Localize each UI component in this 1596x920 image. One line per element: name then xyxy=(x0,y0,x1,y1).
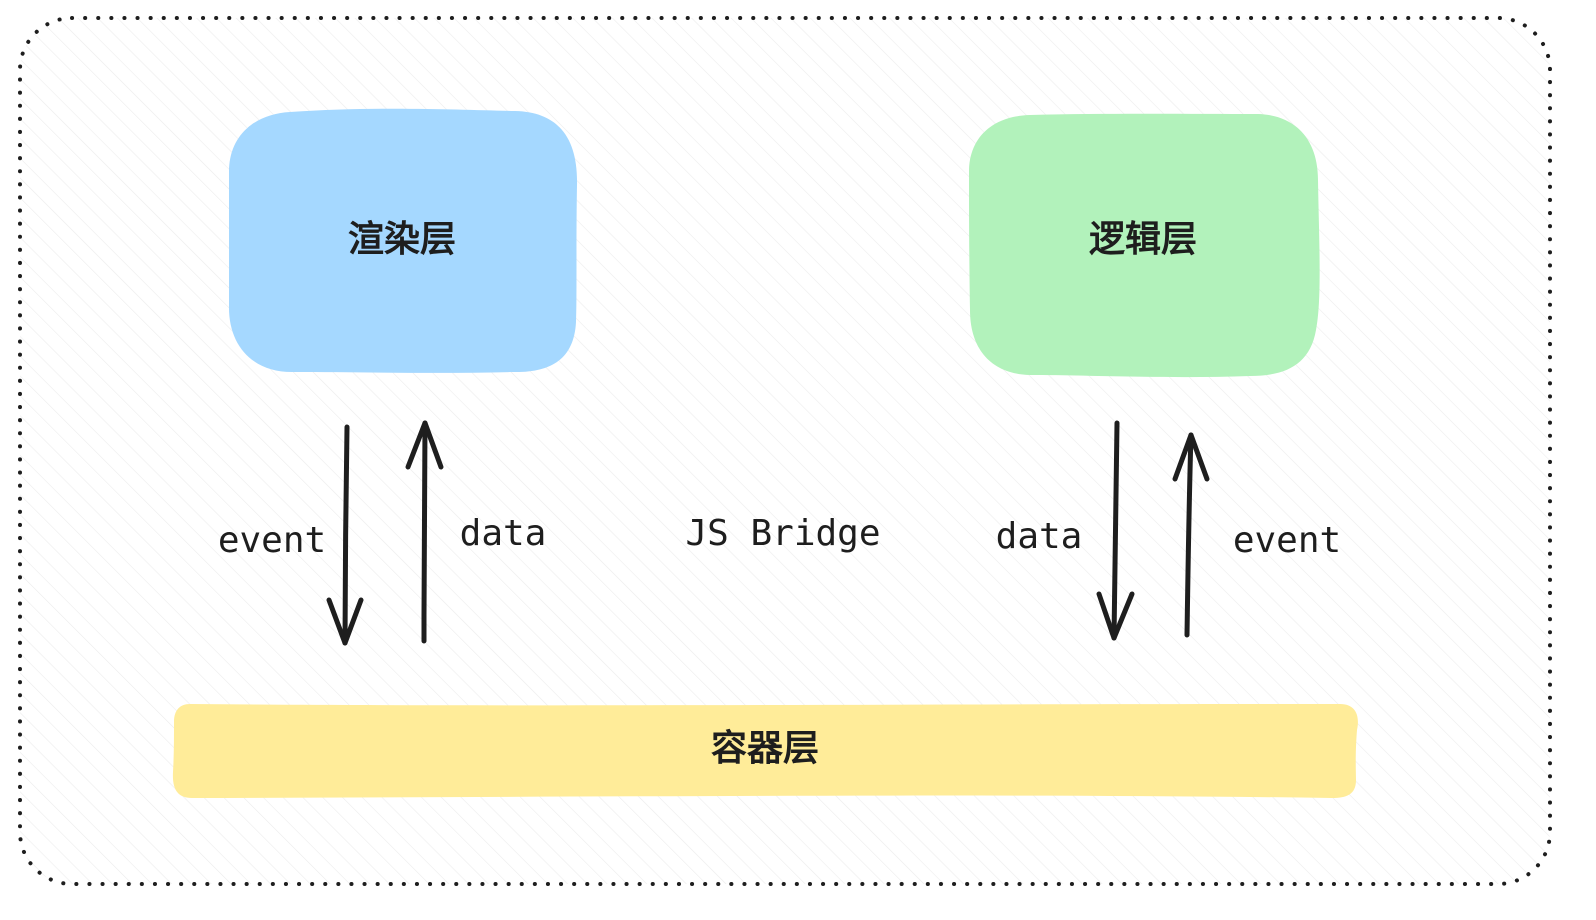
render-layer-label: 渲染层 xyxy=(348,219,456,260)
architecture-diagram: 渲染层 逻辑层 容器层 event data JS Bridge data ev… xyxy=(18,16,1552,886)
container-layer-node: 容器层 xyxy=(172,704,1358,798)
left-event-label: event xyxy=(218,520,326,561)
right-event-label: event xyxy=(1233,520,1341,561)
right-data-label: data xyxy=(996,516,1083,557)
container-layer-label: 容器层 xyxy=(711,728,819,769)
render-layer-node: 渲染层 xyxy=(228,108,578,373)
logic-layer-node: 逻辑层 xyxy=(969,113,1320,378)
js-bridge-label: JS Bridge xyxy=(685,513,880,554)
logic-layer-label: 逻辑层 xyxy=(1089,219,1197,260)
left-data-label: data xyxy=(460,513,547,554)
